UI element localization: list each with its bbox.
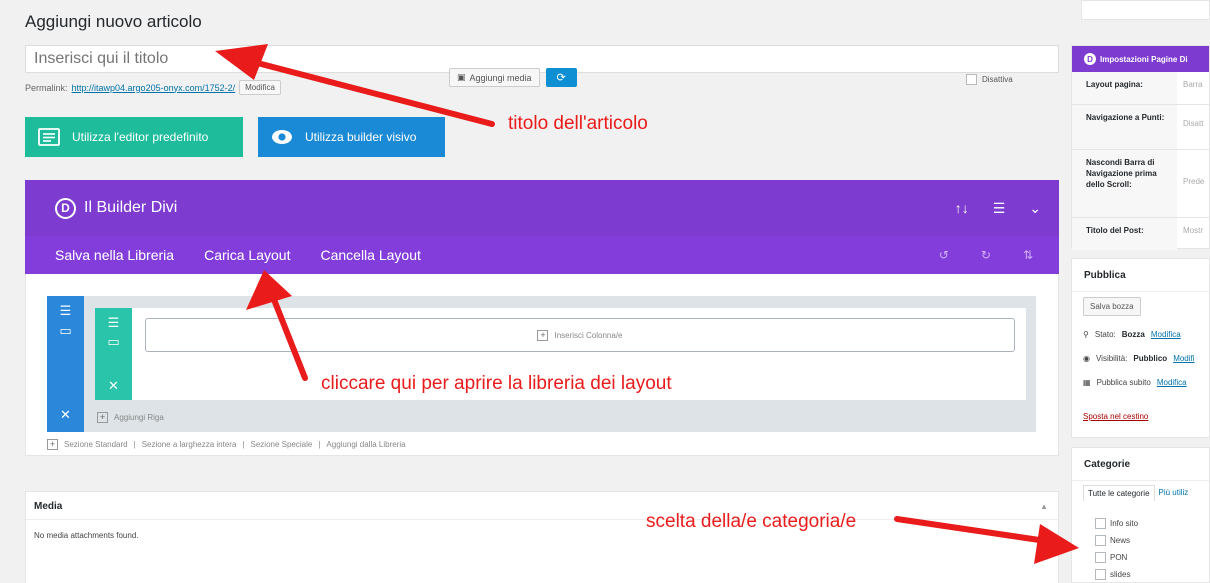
annotation-arrows (215, 44, 1079, 564)
category-arrow-head (1034, 524, 1079, 564)
layout-arrow (268, 289, 308, 381)
title-arrow (235, 55, 495, 127)
annotation-layout: cliccare qui per aprire la libreria dei … (321, 373, 672, 394)
title-arrow-head (215, 44, 268, 80)
annotation-title: titolo dell'articolo (508, 113, 648, 134)
annotation-category: scelta della/e categoria/e (646, 511, 857, 532)
category-arrow (894, 516, 1056, 545)
layout-arrow-head (246, 270, 292, 310)
